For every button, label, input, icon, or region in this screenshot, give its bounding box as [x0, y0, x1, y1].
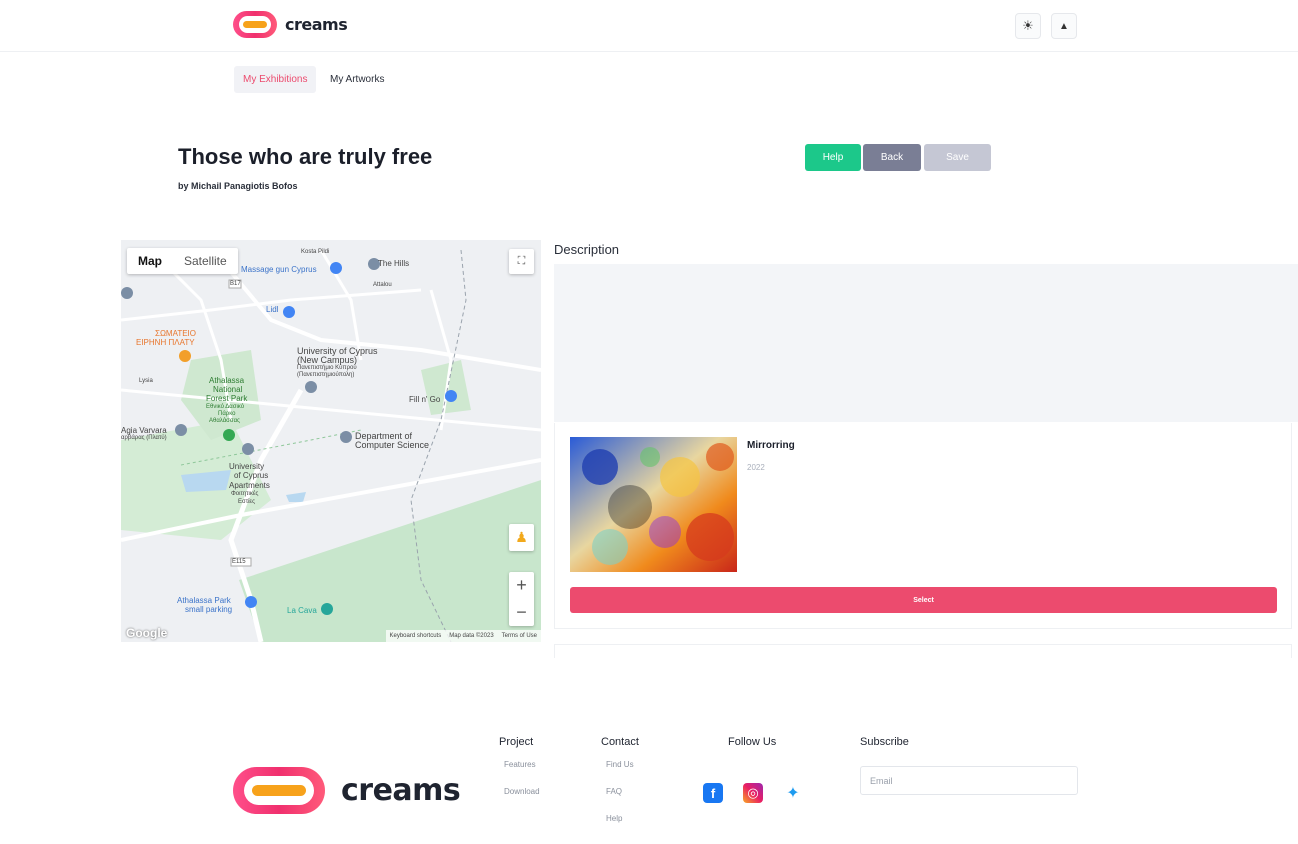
map-data-text: Map data ©2023: [449, 633, 494, 639]
map-label: Agia Varvara: [121, 426, 167, 435]
footer-logo-mark: [233, 767, 325, 814]
select-artwork-button[interactable]: Select: [570, 587, 1277, 613]
artwork-thumbnail: [570, 437, 737, 572]
map-label: The Hills: [378, 259, 410, 268]
footer-subscribe-heading: Subscribe: [860, 736, 909, 748]
user-icon: ▲: [1059, 20, 1069, 32]
footer-project-heading: Project: [499, 736, 534, 748]
twitter-icon[interactable]: ✦: [783, 783, 803, 803]
footer-download-link[interactable]: Download: [504, 787, 540, 796]
street-view-pegman[interactable]: ♟: [509, 524, 534, 551]
map-label: Πάρκο: [218, 411, 236, 417]
theme-toggle-button[interactable]: ☀: [1015, 13, 1041, 39]
map-label: B17: [230, 281, 241, 287]
exhibition-author: by Michail Panagiotis Bofos: [178, 181, 298, 191]
top-navbar: creams ☀ ▲: [0, 0, 1298, 52]
pegman-icon: ♟: [515, 529, 528, 545]
footer-follow-heading: Follow Us: [728, 736, 777, 748]
map-label: small parking: [185, 605, 233, 614]
map-label: Φοιτητικές: [231, 491, 259, 497]
map-label: (Πανεπιστημιούπολη): [297, 372, 355, 378]
artwork-card-next: [554, 644, 1292, 658]
map-label: Athalassa Park: [177, 596, 231, 605]
map-label: Εστίες: [238, 499, 255, 505]
map-label: La Cava: [287, 606, 317, 615]
tab-my-artworks[interactable]: My Artworks: [321, 66, 393, 93]
help-button[interactable]: Help: [805, 144, 861, 171]
footer-faq-link[interactable]: FAQ: [606, 787, 622, 796]
artwork-image: [570, 437, 737, 572]
zoom-in-button[interactable]: +: [516, 572, 527, 599]
map-label: (New Campus): [297, 355, 358, 365]
map-label: Αθαλάσσας: [209, 418, 240, 424]
map-view[interactable]: Kosta Pildi Massage gun Cyprus The Hills…: [121, 240, 541, 642]
footer-creams-logo[interactable]: creams: [233, 767, 461, 814]
tab-my-exhibitions[interactable]: My Exhibitions: [234, 66, 317, 93]
map-label: Attalou: [373, 282, 392, 288]
map-type-map-button[interactable]: Map: [127, 248, 173, 274]
map-label: Lidl: [266, 305, 279, 314]
facebook-icon[interactable]: f: [703, 783, 723, 803]
map-label: Kosta Pildi: [301, 249, 330, 255]
creams-logo[interactable]: creams: [233, 11, 348, 38]
map-label: E115: [232, 559, 246, 565]
artwork-title: Mirrorring: [747, 440, 795, 451]
subscribe-email-input[interactable]: [860, 766, 1078, 795]
keyboard-shortcuts-link[interactable]: Keyboard shortcuts: [390, 630, 442, 642]
map-label: Fill n' Go: [409, 395, 441, 404]
creams-logo-mark: [233, 11, 277, 38]
map-label: ΣΩΜΑΤΕΙΟ: [155, 329, 196, 338]
fullscreen-button[interactable]: ⛶: [509, 249, 534, 274]
map-label: Lysia: [139, 378, 153, 384]
fullscreen-icon: ⛶: [517, 255, 526, 267]
description-heading: Description: [554, 242, 620, 257]
map-label: Athalassa: [209, 376, 245, 385]
artwork-card: Mirrorring 2022 Select: [554, 423, 1292, 629]
sun-icon: ☀: [1022, 18, 1034, 33]
page-title: Those who are truly free: [178, 144, 433, 169]
footer-logo-text: creams: [341, 773, 461, 808]
map-label: Apartments: [229, 481, 270, 490]
map-label: Forest Park: [206, 394, 248, 403]
map-label: αρβάρας (Πλατύ): [121, 435, 167, 441]
zoom-out-button[interactable]: −: [516, 599, 527, 626]
save-button[interactable]: Save: [924, 144, 991, 171]
terms-of-use-link[interactable]: Terms of Use: [502, 630, 537, 642]
map-label: ΕΙΡΗΝΗ ΠΛΑΤΥ: [136, 338, 195, 347]
map-type-satellite-button[interactable]: Satellite: [173, 248, 238, 274]
footer-contact-heading: Contact: [601, 736, 639, 748]
artwork-year: 2022: [747, 463, 765, 472]
google-logo: Google: [126, 626, 168, 640]
footer-help-link[interactable]: Help: [606, 814, 622, 823]
description-area[interactable]: [554, 264, 1298, 422]
map-label: Massage gun Cyprus: [241, 265, 317, 274]
map-label: Εθνικό Δασικό: [206, 404, 245, 410]
map-type-control: Map Satellite: [127, 248, 238, 274]
map-label: Computer Science: [355, 440, 430, 450]
footer-features-link[interactable]: Features: [504, 760, 536, 769]
footer-find-us-link[interactable]: Find Us: [606, 760, 634, 769]
map-label: National: [213, 385, 243, 394]
map-label: Πανεπιστήμιο Κύπρου: [297, 365, 357, 371]
user-menu-button[interactable]: ▲: [1051, 13, 1077, 39]
instagram-icon[interactable]: ◎: [743, 783, 763, 803]
logo-text: creams: [285, 15, 348, 34]
back-button[interactable]: Back: [863, 144, 921, 171]
map-canvas: [121, 248, 541, 642]
map-label: of Cyprus: [234, 471, 269, 480]
zoom-control: + −: [509, 572, 534, 626]
map-label: University: [229, 462, 265, 471]
map-attribution: Keyboard shortcuts Map data ©2023 Terms …: [385, 630, 541, 642]
